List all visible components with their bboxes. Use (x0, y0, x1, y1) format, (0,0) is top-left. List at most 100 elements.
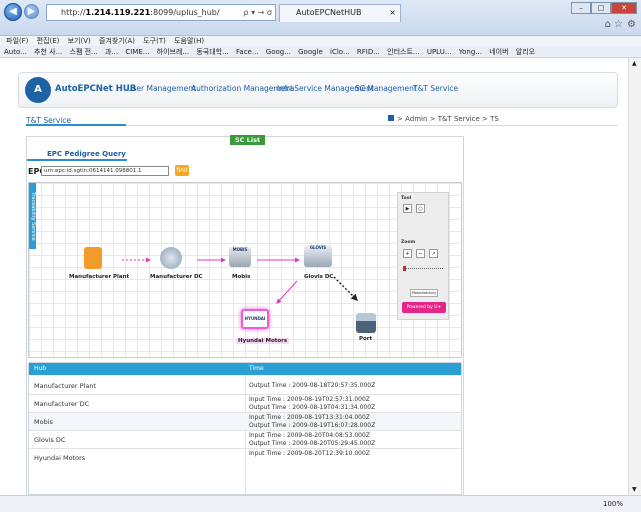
favorite-link[interactable]: 스팸 전... (70, 48, 98, 56)
favorite-link[interactable]: 추천 사... (34, 48, 62, 56)
url-prefix: http:// (61, 8, 86, 17)
favorite-link[interactable]: 동국대학... (196, 48, 228, 56)
favorite-link[interactable]: Face... (236, 48, 259, 56)
maximize-button[interactable]: □ (591, 2, 611, 14)
column-header-hub: Hub (34, 365, 47, 372)
favorite-link[interactable]: 네이버 (489, 48, 508, 56)
nav-user-management[interactable]: User Management (127, 84, 196, 93)
favorite-link[interactable]: Goog... (266, 48, 291, 56)
zoom-slider-handle[interactable] (403, 266, 406, 271)
input-time: Input Time : 2009-08-19T13:31:04.000Z (249, 414, 370, 421)
column-header-time: Time (249, 365, 264, 372)
node-label-manufacturer-plant: Manufacturer Plant (69, 274, 130, 280)
nav-sc-management[interactable]: SC Management (355, 84, 417, 93)
favorite-link[interactable]: 인터스트... (387, 48, 419, 56)
hub-cell: Manufacturer Plant (34, 382, 96, 390)
logo-icon[interactable]: A (25, 77, 51, 103)
favorite-link[interactable]: UPLU... (427, 48, 452, 56)
minimize-button[interactable]: – (571, 2, 591, 14)
scroll-down-icon[interactable]: ▼ (632, 486, 637, 493)
graph-toolbox: Tool ▶ ○ Zoom + − ↗ Metadirectory Powere… (397, 192, 449, 320)
favorite-link[interactable]: iClo... (330, 48, 350, 56)
favorite-link[interactable]: 과... (105, 48, 118, 56)
favorite-link[interactable]: RFID... (357, 48, 380, 56)
status-bar: 100% (0, 495, 641, 512)
home-icon[interactable]: ⌂ (605, 19, 611, 30)
sc-list-button[interactable]: SC List (230, 135, 266, 145)
menu-item[interactable]: 편집(E) (37, 37, 60, 45)
glovis-warehouse-icon[interactable]: GLOVIS (304, 245, 332, 267)
window-controls: – □ ✕ (571, 2, 637, 14)
close-window-button[interactable]: ✕ (611, 2, 637, 14)
logo-text[interactable]: AutoEPCNet HUB (55, 84, 136, 94)
output-time: Output Time : 2009-08-19T04:31:34.000Z (249, 404, 376, 411)
favorite-link[interactable]: Google (298, 48, 323, 56)
time-cell: Output Time : 2009-08-18T20:57:35.000Z (249, 382, 459, 390)
output-time: Output Time : 2009-08-18T20:57:35.000Z (249, 382, 376, 389)
time-cell: Input Time : 2009-08-19T13:31:04.000Z Ou… (249, 414, 459, 430)
browser-tab[interactable]: AutoEPCNetHUB × (279, 4, 401, 22)
forward-button[interactable]: ▶ (24, 4, 39, 19)
nav-tt-service[interactable]: T&T Service (413, 84, 458, 93)
favorite-link[interactable]: 하이브레... (157, 48, 189, 56)
tab-close-icon[interactable]: × (389, 5, 396, 21)
back-button[interactable]: ◀ (4, 3, 22, 21)
tab-title: AutoEPCNetHUB (296, 8, 362, 17)
node-label-mobis: Mobis (232, 274, 251, 280)
tab-underline (27, 159, 127, 161)
edge-glovis-to-hyundai (276, 280, 298, 304)
zoom-level[interactable]: 100% (603, 496, 623, 512)
zoom-out-icon[interactable]: − (416, 249, 425, 258)
tab-epc-pedigree-query[interactable]: EPC Pedigree Query (47, 150, 126, 158)
zoom-in-icon[interactable]: + (403, 249, 412, 258)
vertical-scrollbar[interactable]: ▲ ▼ (628, 58, 641, 495)
zoom-slider[interactable] (403, 268, 443, 269)
site-header: A AutoEPCNet HUB User Management Authori… (18, 72, 618, 108)
node-label-hyundai-motors: Hyundai Motors (236, 338, 290, 344)
input-time: Input Time : 2009-08-20T12:39:10.000Z (249, 450, 370, 457)
menu-item[interactable]: 도움말(H) (174, 37, 204, 45)
fit-view-icon[interactable]: ↗ (429, 249, 438, 258)
gear-icon[interactable]: ⚙ (627, 19, 636, 30)
menu-item[interactable]: 보기(V) (68, 37, 91, 45)
output-time: Output Time : 2009-08-20T05:29:45.000Z (249, 440, 376, 447)
pointer-tool-icon[interactable]: ▶ (403, 204, 412, 213)
distribution-center-icon[interactable] (160, 247, 182, 269)
hub-cell: Hyundai Motors (34, 454, 86, 462)
favorite-link[interactable]: CIME... (125, 48, 149, 56)
breadcrumb-home-icon[interactable] (388, 115, 394, 121)
hyundai-logo-icon[interactable]: HYUNDAI (241, 309, 269, 329)
hub-time-table: Hub Time Manufacturer Plant Output Time … (28, 362, 462, 495)
metadata-button[interactable]: Metadirectory (410, 289, 438, 297)
time-cell: Input Time : 2009-08-19T02:57:31.000Z Ou… (249, 396, 459, 412)
epc-input[interactable]: urn:epc:id:sgtin:0614141.098801.1 (41, 166, 169, 176)
favorites-bar: Auto... 추천 사... 스팸 전... 과... CIME... 하이브… (0, 46, 641, 58)
scroll-up-icon[interactable]: ▲ (632, 60, 637, 67)
table-row: Manufacturer Plant Output Time : 2009-08… (29, 377, 461, 395)
mobis-building-icon[interactable]: MOBIS (229, 247, 251, 267)
time-cell: Input Time : 2009-08-20T12:39:10.000Z (249, 450, 459, 458)
port-icon[interactable] (356, 313, 376, 333)
node-label-glovis-dc: Glovis DC (304, 274, 334, 280)
hub-cell: Glovis DC (34, 436, 66, 444)
favorite-link[interactable]: 알리오 (516, 48, 535, 56)
menu-item[interactable]: 파일(F) (6, 37, 28, 45)
menu-item[interactable]: 도구(T) (143, 37, 166, 45)
favorite-link[interactable]: Auto... (4, 48, 27, 56)
favorite-link[interactable]: Yong... (459, 48, 482, 56)
factory-icon[interactable] (84, 247, 102, 269)
menu-item[interactable]: 즐겨찾기(A) (99, 37, 135, 45)
breadcrumb-text: > Admin > T&T Service > TS (397, 115, 499, 123)
address-actions[interactable]: ρ ▾ → σ (244, 5, 273, 20)
hub-cell: Manufacturer DC (34, 400, 90, 408)
powered-by-badge: Powered by U+ (402, 302, 446, 313)
hub-cell: Mobis (34, 418, 53, 426)
find-button[interactable]: find (175, 165, 189, 176)
pedigree-graph[interactable]: Traceability Service Manufacturer Plant … (28, 182, 462, 358)
pan-tool-icon[interactable]: ○ (416, 204, 425, 213)
favorites-star-icon[interactable]: ☆ (614, 19, 623, 30)
table-row: Glovis DC Input Time : 2009-08-20T04:08:… (29, 431, 461, 449)
input-time: Input Time : 2009-08-19T02:57:31.000Z (249, 396, 370, 403)
pedigree-panel: SC List EPC Pedigree Query EPC urn:epc:i… (26, 135, 464, 495)
address-bar[interactable]: http://1.214.119.221:8099/uplus_hub/ ρ ▾… (46, 4, 276, 21)
